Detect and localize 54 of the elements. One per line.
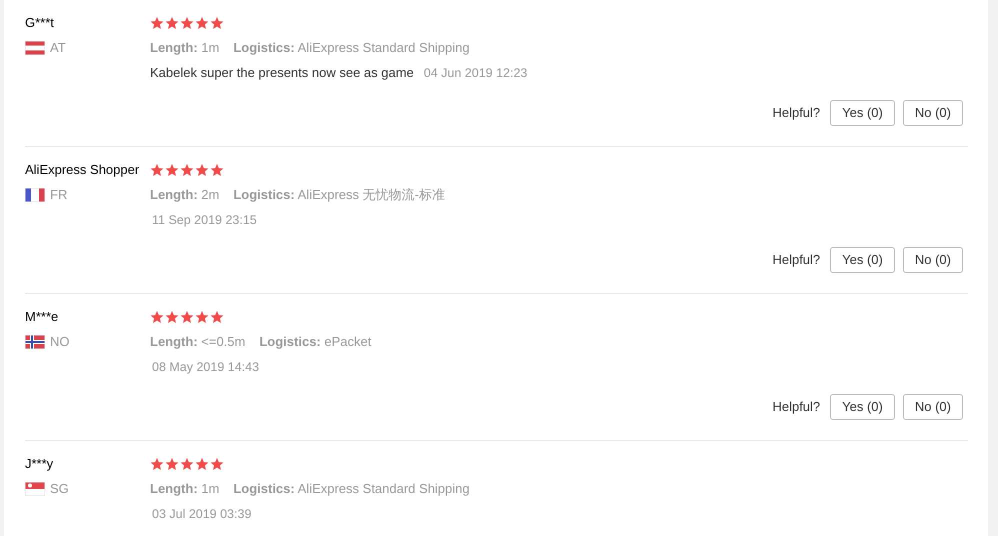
logistics-info: Logistics: ePacket [259, 333, 372, 352]
length-info: Length: 1m [150, 39, 220, 58]
review-text: Kabelek super the presents now see as game [150, 64, 414, 82]
star-icon [210, 310, 224, 324]
star-icon [195, 457, 209, 471]
length-info: Length: 1m [150, 480, 220, 498]
country-code: NO [50, 333, 70, 352]
logistics-info: Logistics: AliExpress Standard Shipping [233, 39, 470, 58]
star-icon [210, 163, 224, 177]
flag-icon [25, 335, 45, 349]
star-icon [180, 163, 194, 177]
no-button[interactable]: No (0) [902, 247, 963, 273]
country-code: SG [50, 480, 69, 498]
yes-button[interactable]: Yes (0) [830, 394, 895, 420]
helpful-label: Helpful? [772, 398, 820, 416]
star-icon [165, 310, 179, 324]
review-date: 04 Jun 2019 12:23 [424, 64, 528, 82]
logistics-info: Logistics: AliExpress 无忧物流-标准 [233, 186, 445, 204]
star-icon [150, 16, 164, 30]
reviewer-name: J***y [25, 455, 54, 473]
star-icon [150, 457, 164, 471]
star-icon [165, 457, 179, 471]
reviewer-name: G***t [25, 14, 55, 32]
review-date: 11 Sep 2019 23:15 [151, 212, 257, 229]
star-icon [180, 16, 194, 30]
star-icon [195, 310, 209, 324]
star-icon [180, 310, 194, 324]
flag-icon [25, 41, 45, 55]
review-date: 08 May 2019 14:43 [151, 358, 260, 376]
length-info: Length: 2m [150, 186, 220, 204]
star-icon [165, 16, 179, 30]
star-icon [150, 310, 164, 324]
country-code: FR [50, 186, 68, 204]
star-icon [195, 163, 209, 177]
reviewer-name: AliExpress Shopper [25, 161, 140, 179]
helpful-label: Helpful? [772, 104, 820, 122]
star-icon [210, 16, 224, 30]
star-icon [210, 457, 224, 471]
flag-icon [25, 188, 45, 202]
country-code: AT [50, 39, 66, 58]
yes-button[interactable]: Yes (0) [830, 100, 895, 126]
helpful-label: Helpful? [772, 251, 820, 270]
reviewer-name: M***e [25, 308, 60, 326]
flag-icon [25, 482, 45, 496]
no-button[interactable]: No (0) [902, 394, 963, 420]
logistics-info: Logistics: AliExpress Standard Shipping [233, 480, 470, 498]
length-info: Length: <=0.5m [150, 333, 246, 352]
star-icon [150, 163, 164, 177]
star-icon [195, 16, 209, 30]
review-date: 03 Jul 2019 03:39 [151, 506, 252, 523]
no-button[interactable]: No (0) [902, 100, 963, 126]
star-icon [180, 457, 194, 471]
yes-button[interactable]: Yes (0) [830, 247, 895, 273]
star-icon [165, 163, 179, 177]
